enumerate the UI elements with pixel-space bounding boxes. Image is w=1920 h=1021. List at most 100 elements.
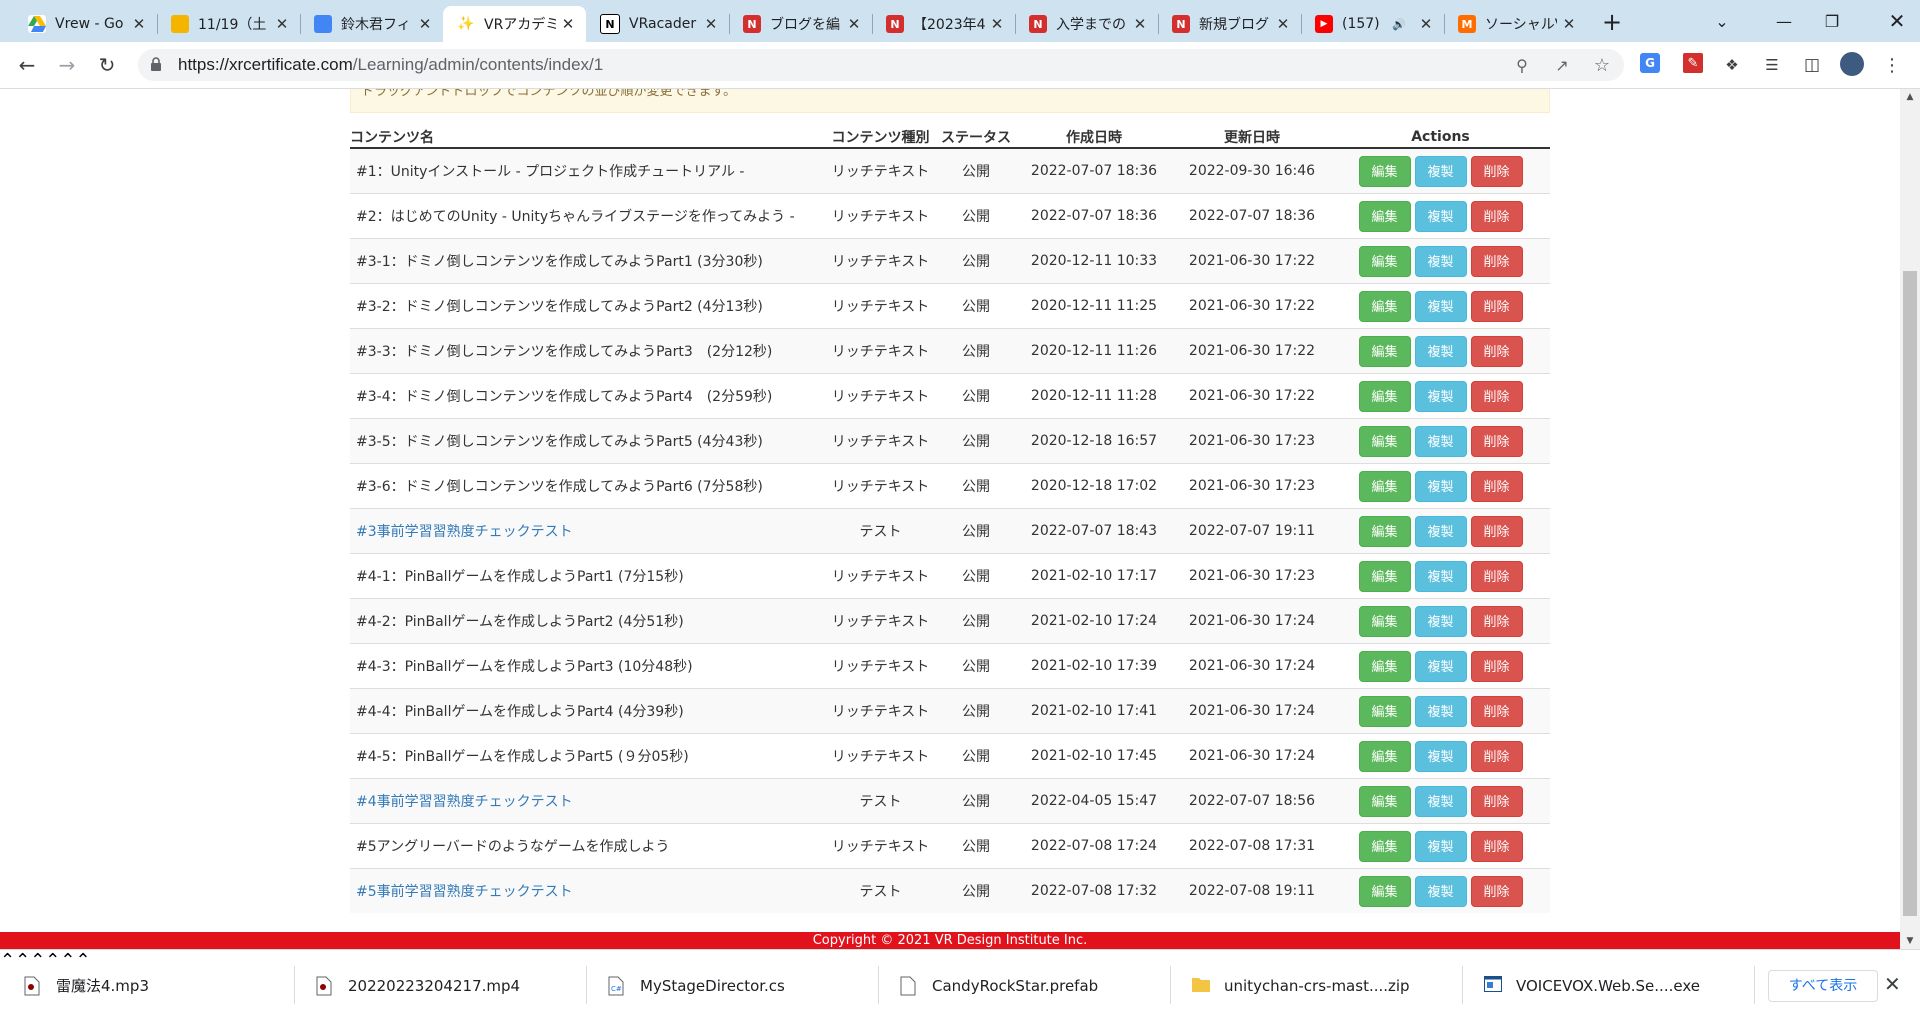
browser-tab[interactable]: ▶ (157) 🔊 ✕ [1301,6,1444,42]
tab-close-icon[interactable]: ✕ [1418,15,1434,33]
profile-avatar[interactable] [1840,52,1864,76]
browser-tab[interactable]: N 入学までの ✕ [1015,6,1158,42]
delete-button[interactable]: 削除 [1470,560,1523,592]
edit-button[interactable]: 編集 [1358,155,1411,187]
copy-button[interactable]: 複製 [1414,380,1467,412]
edit-button[interactable]: 編集 [1358,560,1411,592]
browser-tab[interactable]: N ブログを編 ✕ [729,6,872,42]
tab-audio-icon[interactable]: 🔊 [1392,18,1406,31]
tab-close-icon[interactable]: ✕ [274,15,290,33]
download-item[interactable]: 20220223204217.mp4 [316,950,586,1021]
table-row[interactable]: #3-5：ドミノ倒しコンテンツを作成してみようPart5 (4分43秒) リッチテ… [350,418,1550,464]
edit-button[interactable]: 編集 [1358,515,1411,547]
extensions-puzzle-icon[interactable]: ❖ [1720,53,1744,77]
copy-button[interactable]: 複製 [1414,515,1467,547]
new-tab-button[interactable]: + [1597,8,1627,38]
reading-list-icon[interactable]: ☰ [1760,53,1784,77]
close-window-button[interactable]: ✕ [1874,0,1920,42]
copy-button[interactable]: 複製 [1414,470,1467,502]
delete-button[interactable]: 削除 [1470,380,1523,412]
edit-button[interactable]: 編集 [1358,695,1411,727]
delete-button[interactable]: 削除 [1470,830,1523,862]
forward-icon[interactable]: → [53,51,81,79]
tab-close-icon[interactable]: ✕ [560,15,576,33]
show-all-downloads-button[interactable]: すべて表示 [1768,970,1878,1002]
browser-tab[interactable]: M ソーシャルV ✕ [1444,6,1587,42]
edit-button[interactable]: 編集 [1358,875,1411,907]
side-panel-icon[interactable]: ◫ [1800,53,1824,77]
edit-button[interactable]: 編集 [1358,830,1411,862]
browser-tab[interactable]: Vrew - Go ✕ [14,6,157,42]
back-icon[interactable]: ← [13,51,41,79]
bookmark-star-icon[interactable]: ☆ [1590,53,1614,77]
browser-tab[interactable]: 11/19（土 ✕ [157,6,300,42]
minimize-button[interactable]: — [1761,0,1807,42]
copy-button[interactable]: 複製 [1414,290,1467,322]
scroll-up-arrow-icon[interactable]: ▲ [1900,89,1920,105]
browser-tab[interactable]: N 【2023年4 ✕ [872,6,1015,42]
copy-button[interactable]: 複製 [1414,605,1467,637]
col-header-name[interactable]: コンテンツ名 [350,127,824,149]
table-row[interactable]: #5事前学習習熟度チェックテスト テスト 公開 2022-07-08 17:32 202… [350,868,1550,913]
delete-button[interactable]: 削除 [1470,515,1523,547]
table-row[interactable]: #3-2：ドミノ倒しコンテンツを作成してみようPart2 (4分13秒) リッチテ… [350,283,1550,329]
table-row[interactable]: #3-1：ドミノ倒しコンテンツを作成してみようPart1 (3分30秒) リッチテ… [350,238,1550,284]
browser-tab[interactable]: N VRacader ✕ [586,6,729,42]
delete-button[interactable]: 削除 [1470,695,1523,727]
delete-button[interactable]: 削除 [1470,335,1523,367]
delete-button[interactable]: 削除 [1470,425,1523,457]
edit-button[interactable]: 編集 [1358,470,1411,502]
tab-close-icon[interactable]: ✕ [417,15,433,33]
content-name-link[interactable]: #4事前学習習熟度チェックテスト [356,794,573,810]
copy-button[interactable]: 複製 [1414,245,1467,277]
download-item[interactable]: C# MyStageDirector.cs [608,950,878,1021]
table-row[interactable]: #3-6：ドミノ倒しコンテンツを作成してみようPart6 (7分58秒) リッチテ… [350,463,1550,509]
browser-tab[interactable]: 鈴木君フィ ✕ [300,6,443,42]
copy-button[interactable]: 複製 [1414,560,1467,592]
edit-button[interactable]: 編集 [1358,740,1411,772]
delete-button[interactable]: 削除 [1470,740,1523,772]
col-header-updated[interactable]: 更新日時 [1173,127,1331,149]
delete-button[interactable]: 削除 [1470,155,1523,187]
table-row[interactable]: #4-5：PinBallゲームを作成しようPart5 (９分05秒) リッチテキス… [350,733,1550,779]
tab-close-icon[interactable]: ✕ [1275,15,1291,33]
copy-button[interactable]: 複製 [1414,335,1467,367]
content-name-link[interactable]: #3事前学習習熟度チェックテスト [356,524,573,540]
copy-button[interactable]: 複製 [1414,875,1467,907]
col-header-type[interactable]: コンテンツ種別 [824,127,937,149]
download-options-chevron-icon[interactable]: ⌃ [0,950,15,971]
delete-button[interactable]: 削除 [1470,605,1523,637]
table-row[interactable]: #4事前学習習熟度チェックテスト テスト 公開 2022-04-05 15:47 202… [350,778,1550,824]
delete-button[interactable]: 削除 [1470,200,1523,232]
copy-button[interactable]: 複製 [1414,650,1467,682]
copy-button[interactable]: 複製 [1414,830,1467,862]
tab-close-icon[interactable]: ✕ [1561,15,1577,33]
table-row[interactable]: #3-4：ドミノ倒しコンテンツを作成してみようPart4 (2分59秒) リッチテ… [350,373,1550,419]
copy-button[interactable]: 複製 [1414,785,1467,817]
edit-button[interactable]: 編集 [1358,200,1411,232]
browser-tab[interactable]: ✨ VRアカデミ ✕ [443,6,586,42]
table-row[interactable]: #2：はじめてのUnity - Unityちゃんライブステージを作ってみよう -… [350,193,1550,239]
edit-button[interactable]: 編集 [1358,245,1411,277]
tab-search-icon[interactable]: ⌄ [1699,0,1745,42]
share-icon[interactable]: ↗ [1550,53,1574,77]
edit-button[interactable]: 編集 [1358,425,1411,457]
tab-close-icon[interactable]: ✕ [846,15,862,33]
copy-button[interactable]: 複製 [1414,740,1467,772]
browser-tab[interactable]: N 新規ブログ ✕ [1158,6,1301,42]
edit-button[interactable]: 編集 [1358,380,1411,412]
reload-icon[interactable]: ↻ [93,51,121,79]
table-row[interactable]: #3事前学習習熟度チェックテスト テスト 公開 2022-07-07 18:43 202… [350,508,1550,554]
tab-close-icon[interactable]: ✕ [131,15,147,33]
edit-button[interactable]: 編集 [1358,605,1411,637]
menu-kebab-icon[interactable]: ⋮ [1880,53,1904,77]
edit-button[interactable]: 編集 [1358,335,1411,367]
content-name-link[interactable]: #5事前学習習熟度チェックテスト [356,884,573,900]
tab-close-icon[interactable]: ✕ [1132,15,1148,33]
copy-button[interactable]: 複製 [1414,425,1467,457]
close-downloads-icon[interactable]: ✕ [1884,972,1901,996]
address-bar[interactable]: https://xrcertificate.com/Learning/admin… [138,49,1624,81]
pdf-extension-icon[interactable]: ✎ [1683,53,1703,73]
table-row[interactable]: #1：Unityインストール - プロジェクト作成チュートリアル - リッチテキス… [350,147,1550,194]
download-item[interactable]: CandyRockStar.prefab [900,950,1170,1021]
